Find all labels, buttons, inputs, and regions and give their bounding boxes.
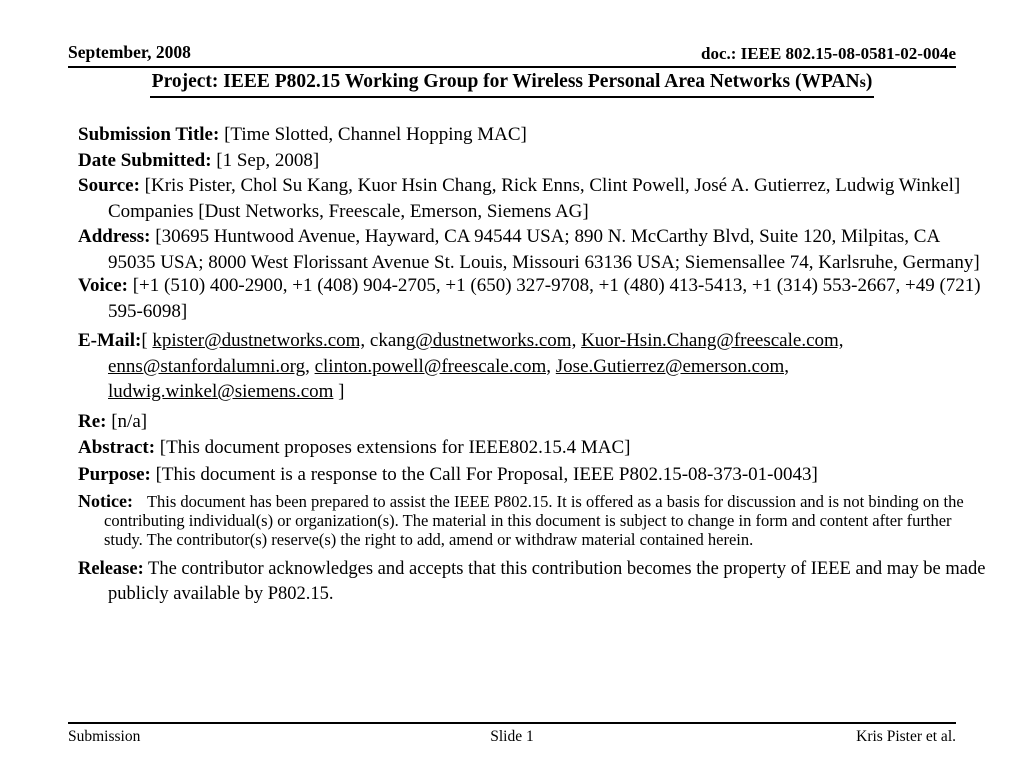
- email-close-bracket: ]: [333, 381, 345, 402]
- field-email: E-Mail:[ kpister@dustnetworks.com, ckang…: [78, 328, 990, 405]
- field-voice: Voice: [+1 (510) 400-2900, +1 (408) 904-…: [78, 273, 990, 324]
- field-source: Source: [Kris Pister, Chol Su Kang, Kuor…: [78, 173, 990, 224]
- field-date-submitted: Date Submitted: [1 Sep, 2008]: [78, 148, 990, 174]
- project-title-close: ): [865, 71, 873, 92]
- slide-page: September, 2008 doc.: IEEE 802.15-08-058…: [0, 0, 1024, 768]
- project-title-main: Project: IEEE P802.15 Working Group for …: [151, 71, 860, 92]
- address-label: Address:: [78, 226, 151, 247]
- field-re: Re: [n/a]: [78, 409, 990, 435]
- source-value: [Kris Pister, Chol Su Kang, Kuor Hsin Ch…: [108, 175, 961, 222]
- voice-value: [+1 (510) 400-2900, +1 (408) 904-2705, +…: [108, 275, 981, 322]
- email-link-enns[interactable]: enns@stanfordalumni.org,: [108, 356, 310, 377]
- abstract-label: Abstract:: [78, 437, 156, 458]
- project-title: Project: IEEE P802.15 Working Group for …: [149, 70, 875, 98]
- page-footer: Submission Slide 1 Kris Pister et al.: [68, 722, 956, 752]
- email-link-kpister[interactable]: kpister@dustnetworks.com,: [152, 330, 365, 351]
- notice-label: Notice:: [78, 491, 133, 511]
- field-purpose: Purpose: [This document is a response to…: [78, 462, 990, 488]
- page-header: September, 2008 doc.: IEEE 802.15-08-058…: [68, 42, 956, 68]
- submission-metadata: Submission Title: [Time Slotted, Channel…: [78, 122, 990, 607]
- header-date: September, 2008: [68, 42, 191, 62]
- re-label: Re:: [78, 410, 107, 432]
- email-open-bracket: [: [141, 330, 153, 351]
- header-doc-number: doc.: IEEE 802.15-08-0581-02-004e: [701, 44, 956, 63]
- field-notice: Notice: This document has been prepared t…: [78, 491, 990, 550]
- abstract-value: [This document proposes extensions for I…: [159, 437, 631, 458]
- voice-label: Voice:: [78, 275, 128, 296]
- header-rule-row: September, 2008 doc.: IEEE 802.15-08-058…: [68, 42, 956, 68]
- notice-value: This document has been prepared to assis…: [104, 492, 964, 549]
- re-value: [n/a]: [111, 410, 148, 432]
- footer-author: Kris Pister et al.: [856, 728, 956, 745]
- email-link-clinton-powell[interactable]: clinton.powell@freescale.com,: [315, 356, 551, 377]
- submission-title-label: Submission Title:: [78, 124, 220, 145]
- email-link-jose-gutierrez[interactable]: Jose.Gutierrez@emerson.com,: [556, 356, 789, 377]
- field-abstract: Abstract: [This document proposes extens…: [78, 435, 990, 461]
- footer-inner: Submission Slide 1 Kris Pister et al.: [68, 724, 956, 752]
- email-link-kuor-hsin-chang[interactable]: Kuor-Hsin.Chang@freescale.com,: [581, 330, 843, 351]
- email-link-ckang-domain[interactable]: @dustnetworks.com,: [415, 330, 576, 351]
- date-submitted-value: [1 Sep, 2008]: [216, 149, 320, 171]
- release-value: The contributor acknowledges and accepts…: [108, 559, 986, 604]
- source-label: Source:: [78, 175, 140, 196]
- address-value: [30695 Huntwood Avenue, Hayward, CA 9454…: [108, 226, 980, 273]
- field-release: Release: The contributor acknowledges an…: [78, 557, 990, 607]
- email-link-ludwig-winkel[interactable]: ludwig.winkel@siemens.com: [108, 381, 333, 402]
- field-address: Address: [30695 Huntwood Avenue, Hayward…: [78, 224, 990, 275]
- purpose-value: [This document is a response to the Call…: [155, 463, 818, 485]
- project-title-container: Project: IEEE P802.15 Working Group for …: [68, 70, 956, 98]
- date-submitted-label: Date Submitted:: [78, 149, 212, 171]
- purpose-label: Purpose:: [78, 463, 151, 485]
- release-label: Release:: [78, 559, 144, 579]
- email-user-ckang[interactable]: ckang: [370, 330, 415, 351]
- field-submission-title: Submission Title: [Time Slotted, Channel…: [78, 122, 990, 148]
- email-label: E-Mail:: [78, 330, 142, 351]
- submission-title-value: [Time Slotted, Channel Hopping MAC]: [224, 124, 527, 145]
- footer-slide-number: Slide 1: [490, 728, 534, 745]
